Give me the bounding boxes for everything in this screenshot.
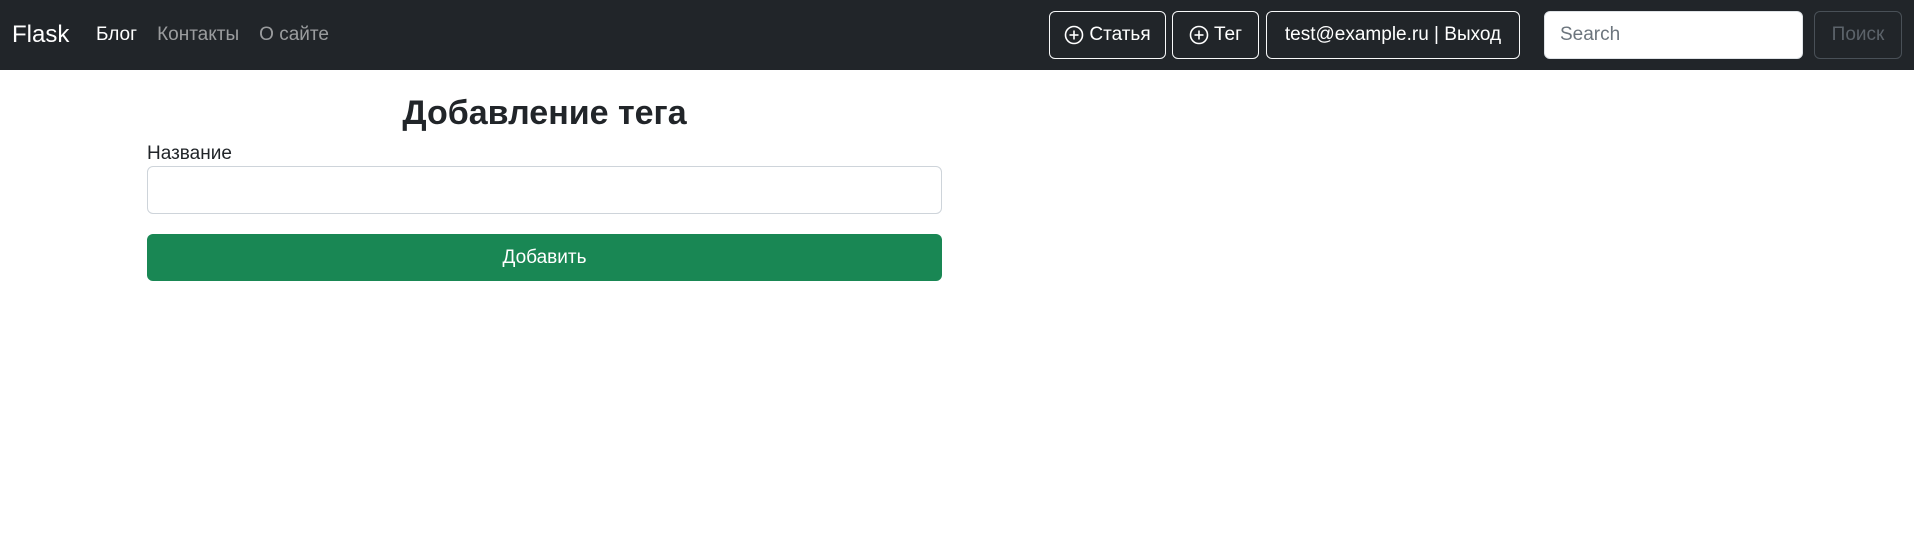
nav-links: Блог Контакты О сайте	[96, 0, 329, 70]
search-input[interactable]	[1544, 11, 1803, 59]
plus-circle-icon	[1064, 25, 1084, 45]
nav-link-about[interactable]: О сайте	[259, 18, 329, 52]
nav-link-contacts[interactable]: Контакты	[157, 18, 239, 52]
navbar: Flask Блог Контакты О сайте Статья Тег t…	[0, 0, 1914, 70]
add-article-label: Статья	[1089, 24, 1151, 45]
name-input[interactable]	[147, 166, 942, 214]
user-logout-button[interactable]: test@example.ru | Выход	[1266, 11, 1520, 59]
name-label: Название	[147, 143, 232, 164]
page-title: Добавление тега	[402, 94, 687, 132]
add-tag-button[interactable]: Тег	[1172, 11, 1259, 59]
add-article-button[interactable]: Статья	[1049, 11, 1166, 59]
add-tag-form: Добавление тега Название Добавить	[147, 70, 942, 281]
submit-button[interactable]: Добавить	[147, 234, 942, 281]
search-button[interactable]: Поиск	[1814, 11, 1902, 59]
plus-circle-icon	[1189, 25, 1209, 45]
add-tag-label: Тег	[1213, 24, 1243, 45]
nav-link-blog[interactable]: Блог	[96, 18, 137, 52]
brand-logo[interactable]: Flask	[12, 0, 69, 70]
